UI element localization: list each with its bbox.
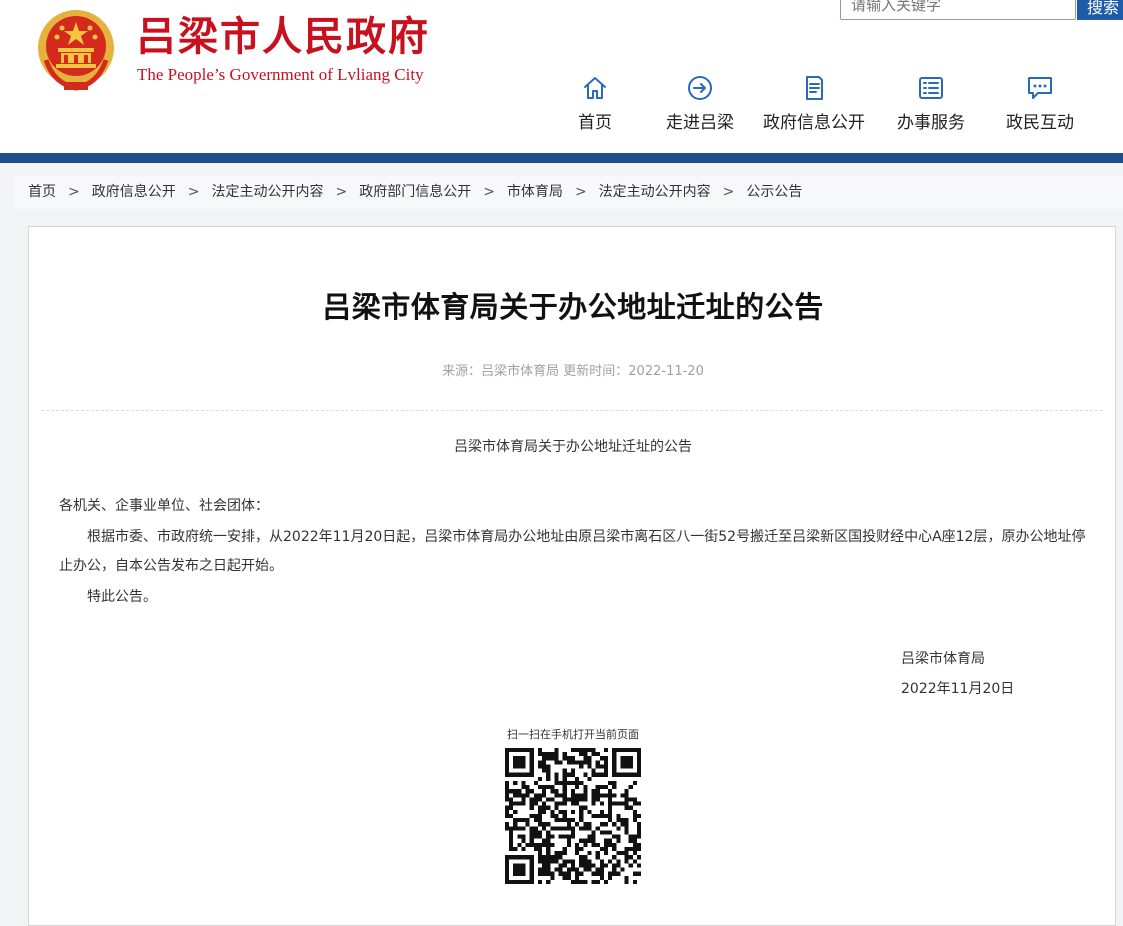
search-input[interactable] [840, 0, 1076, 20]
arrow-circle-icon [688, 76, 712, 100]
nav-services-label: 办事服务 [897, 113, 965, 133]
article-body: 根据市委、市政府统一安排，从2022年11月20日起，吕梁市体育局办公地址由原吕… [59, 529, 1086, 574]
article-salutation: 各机关、企事业单位、社会团体： [59, 498, 269, 514]
search-button[interactable]: 搜索 [1077, 0, 1123, 20]
chevron-right-icon: > [574, 184, 587, 200]
breadcrumb-gov-info-open[interactable]: 政府信息公开 [92, 184, 176, 200]
site-header: 吕梁市人民政府 The People’s Government of Lvlia… [0, 0, 1123, 153]
nav-enter-lvliang-label: 走进吕梁 [666, 113, 734, 133]
nav-interaction[interactable]: 政民互动 [1002, 74, 1078, 134]
article-title: 吕梁市体育局关于办公地址迁址的公告 [322, 290, 824, 324]
home-icon [584, 77, 606, 99]
signature-date: 2022年11月20日 [901, 681, 1015, 697]
breadcrumb-announcements[interactable]: 公示公告 [746, 184, 802, 200]
qr-code-icon [505, 748, 641, 884]
nav-gov-info-open-label: 政府信息公开 [763, 113, 865, 133]
document-icon [806, 76, 823, 100]
meta-divider [41, 410, 1103, 411]
nav-home[interactable]: 首页 [566, 74, 624, 134]
chat-icon [1028, 77, 1052, 99]
site-subtitle: The People’s Government of Lvliang City [137, 65, 424, 84]
chevron-right-icon: > [483, 184, 495, 200]
header-divider-bar [0, 153, 1123, 163]
list-icon [919, 77, 943, 99]
nav-services[interactable]: 办事服务 [893, 74, 969, 134]
breadcrumb: 首页 > 政府信息公开 > 法定主动公开内容 > 政府部门信息公开 > 市体育局 > 法定主动公开内… [14, 176, 1123, 209]
nav-interaction-label: 政民互动 [1006, 113, 1074, 133]
article-meta: 来源：吕梁市体育局 更新时间：2022-11-20 [442, 364, 704, 379]
qr-caption: 扫一扫在手机打开当前页面 [507, 728, 639, 741]
chevron-right-icon: > [335, 184, 348, 200]
breadcrumb-statutory-content-2[interactable]: 法定主动公开内容 [599, 184, 711, 200]
signature-org: 吕梁市体育局 [901, 651, 985, 667]
article-panel: 吕梁市体育局关于办公地址迁址的公告 来源：吕梁市体育局 更新时间：2022-11… [28, 226, 1116, 926]
breadcrumb-statutory-content[interactable]: 法定主动公开内容 [211, 184, 323, 200]
site-title: 吕梁市人民政府 [136, 13, 430, 60]
national-emblem-icon [38, 10, 114, 91]
breadcrumb-sports-bureau[interactable]: 市体育局 [507, 184, 563, 200]
breadcrumb-home[interactable]: 首页 [28, 184, 56, 200]
nav-home-label: 首页 [578, 113, 612, 133]
chevron-right-icon: > [722, 184, 735, 200]
nav-gov-info-open[interactable]: 政府信息公开 [758, 74, 870, 134]
chevron-right-icon: > [68, 184, 80, 200]
breadcrumb-dept-info[interactable]: 政府部门信息公开 [359, 184, 471, 200]
article-closing: 特此公告。 [87, 589, 157, 605]
article-subtitle: 吕梁市体育局关于办公地址迁址的公告 [454, 439, 692, 455]
nav-enter-lvliang[interactable]: 走进吕梁 [660, 74, 740, 134]
chevron-right-icon: > [187, 184, 200, 200]
